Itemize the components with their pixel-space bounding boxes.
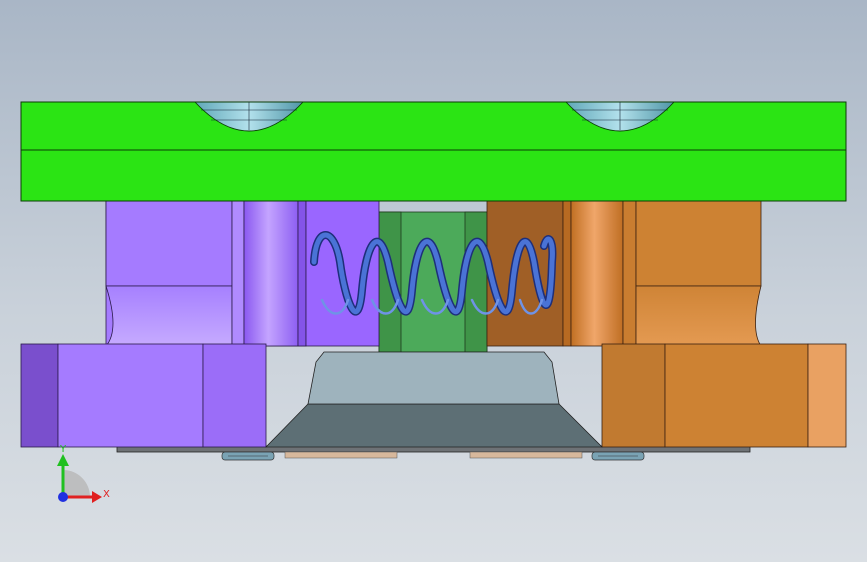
bottom-screw-right[interactable]	[591, 451, 645, 461]
base-plate[interactable]	[116, 445, 751, 459]
top-plate[interactable]	[20, 101, 847, 202]
bottom-screw-left[interactable]	[221, 451, 275, 461]
z-axis-icon	[58, 492, 68, 502]
base-wedge[interactable]	[265, 351, 603, 448]
y-axis-label: Y	[59, 444, 67, 455]
graphics-viewport[interactable]: X Y	[0, 0, 867, 562]
view-triad: X Y	[57, 444, 110, 503]
x-axis-label: X	[103, 489, 110, 500]
model-canvas[interactable]: X Y	[0, 0, 867, 562]
